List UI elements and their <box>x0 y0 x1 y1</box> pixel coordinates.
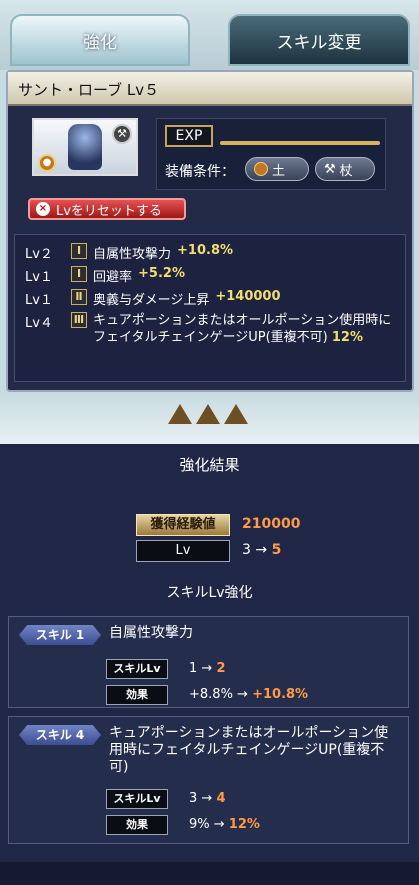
tab-skill-change[interactable]: スキル変更 <box>228 14 410 66</box>
skill-name: 自属性攻撃力 <box>93 247 172 262</box>
skill-level: Lv１ <box>25 270 53 285</box>
skill-lv-label: スキルLv <box>106 659 168 679</box>
triangle-icon <box>224 404 248 424</box>
weapon-label: 杖 <box>339 163 353 179</box>
skill-lv-change: 1 → 2 <box>189 661 226 676</box>
staff-icon: ⚒ <box>324 161 336 177</box>
equip-label: 装備条件： <box>165 164 235 180</box>
result-panel: 強化結果 獲得経験値 210000 Lv 3 → 5 スキルLv強化 スキル 1… <box>0 444 419 885</box>
effect-from: +8.8% <box>189 687 233 702</box>
exp-gain-label: 獲得経験値 <box>136 514 230 536</box>
bottom-strip <box>0 862 419 885</box>
item-thumbnail[interactable]: ● ⚒ <box>32 118 138 176</box>
skill-name: 奥義与ダメージ上昇 <box>93 293 210 308</box>
lv-from: 3 <box>242 542 251 558</box>
element-pill: 土 <box>245 157 309 181</box>
exp-label: EXP <box>165 125 213 147</box>
skill-row: Lv１ Ⅰ 回避率 +5.2% <box>25 266 185 285</box>
armor-icon <box>68 124 102 170</box>
skill-section-title: スキルLv強化 <box>166 585 253 601</box>
skill-rank: Ⅰ <box>71 266 87 282</box>
skill-name-long: キュアポーションまたはオールポーション使用時にフェイタルチェインゲージUP(重複… <box>93 312 393 346</box>
item-title: サント・ローブ Lv５ <box>8 72 412 106</box>
triangle-icon <box>196 404 220 424</box>
lv-to: 2 <box>216 661 226 676</box>
effect-change: +8.8% → +10.8% <box>189 687 309 702</box>
weapon-pill: ⚒ 杖 <box>315 157 375 181</box>
skill-tag: スキル 4 <box>19 725 101 745</box>
effect-label: 効果 <box>106 815 168 835</box>
skill-result-card: スキル 1 自属性攻撃力 スキルLv 1 → 2 効果 +8.8% → +10.… <box>8 616 409 708</box>
skill-rank: Ⅱ <box>71 289 87 305</box>
skill-name: キュアポーションまたはオールポーション使用時にフェイタルチェインゲージUP(重複… <box>109 725 389 775</box>
skill-rank: Ⅲ <box>71 312 87 328</box>
effect-label: 効果 <box>106 685 168 705</box>
skill-value: +5.2% <box>138 266 185 281</box>
skill-row: Lv２ Ⅰ 自属性攻撃力 +10.8% <box>25 243 233 262</box>
skill-value: +140000 <box>215 289 281 304</box>
effect-change: 9% → 12% <box>189 817 260 832</box>
reset-level-button[interactable]: × Lvをリセットする <box>28 198 186 220</box>
exp-bar <box>220 141 380 145</box>
skill-lv-label: スキルLv <box>106 789 168 809</box>
lv-from: 1 <box>189 661 198 676</box>
skill-row: Lv１ Ⅱ 奥義与ダメージ上昇 +140000 <box>25 289 281 308</box>
element-label: 土 <box>272 163 286 179</box>
skill-level: Lv１ <box>25 293 53 308</box>
skill-level: Lv２ <box>25 247 53 262</box>
tool-icon: ⚒ <box>112 124 132 144</box>
triangle-icon <box>168 404 192 424</box>
result-title: 強化結果 <box>179 456 240 474</box>
lv-change: 3 → 5 <box>242 542 282 558</box>
tab-bar: 強化 スキル変更 <box>0 0 419 70</box>
lv-label: Lv <box>136 540 230 562</box>
skill-lv-change: 3 → 4 <box>189 791 226 806</box>
reset-label: Lvをリセットする <box>56 203 162 219</box>
tab-enhance[interactable]: 強化 <box>10 14 190 66</box>
skill-tag: スキル 1 <box>19 625 101 645</box>
item-card: サント・ローブ Lv５ ● ⚒ EXP 装備条件： 土 ⚒ 杖 × Lvをリセッ… <box>6 70 414 392</box>
lv-from: 3 <box>189 791 198 806</box>
skill-rank: Ⅰ <box>71 243 87 259</box>
lv-to: 4 <box>216 791 226 806</box>
reset-icon: × <box>36 202 50 216</box>
effect-from: 9% <box>189 817 210 832</box>
skill-row: Lv４ Ⅲ キュアポーションまたはオールポーション使用時にフェイタルチェインゲー… <box>25 312 395 346</box>
earth-element-icon: ● <box>38 154 56 172</box>
skill-value: +10.8% <box>177 243 234 258</box>
skill-value: 12% <box>331 330 363 345</box>
divider <box>0 392 419 444</box>
exp-gain-value: 210000 <box>242 516 301 532</box>
lv-to: 5 <box>271 542 282 558</box>
exp-panel: EXP 装備条件： 土 ⚒ 杖 <box>156 118 386 190</box>
skill-list: Lv２ Ⅰ 自属性攻撃力 +10.8% Lv１ Ⅰ 回避率 +5.2% Lv１ … <box>14 234 406 382</box>
skill-name: 自属性攻撃力 <box>109 625 193 641</box>
earth-element-icon <box>254 162 268 176</box>
skill-name: 回避率 <box>93 270 133 285</box>
effect-to: +10.8% <box>252 687 309 702</box>
skill-result-card: スキル 4 キュアポーションまたはオールポーション使用時にフェイタルチェインゲー… <box>8 716 409 844</box>
effect-to: 12% <box>228 817 260 832</box>
skill-level: Lv４ <box>25 316 53 331</box>
